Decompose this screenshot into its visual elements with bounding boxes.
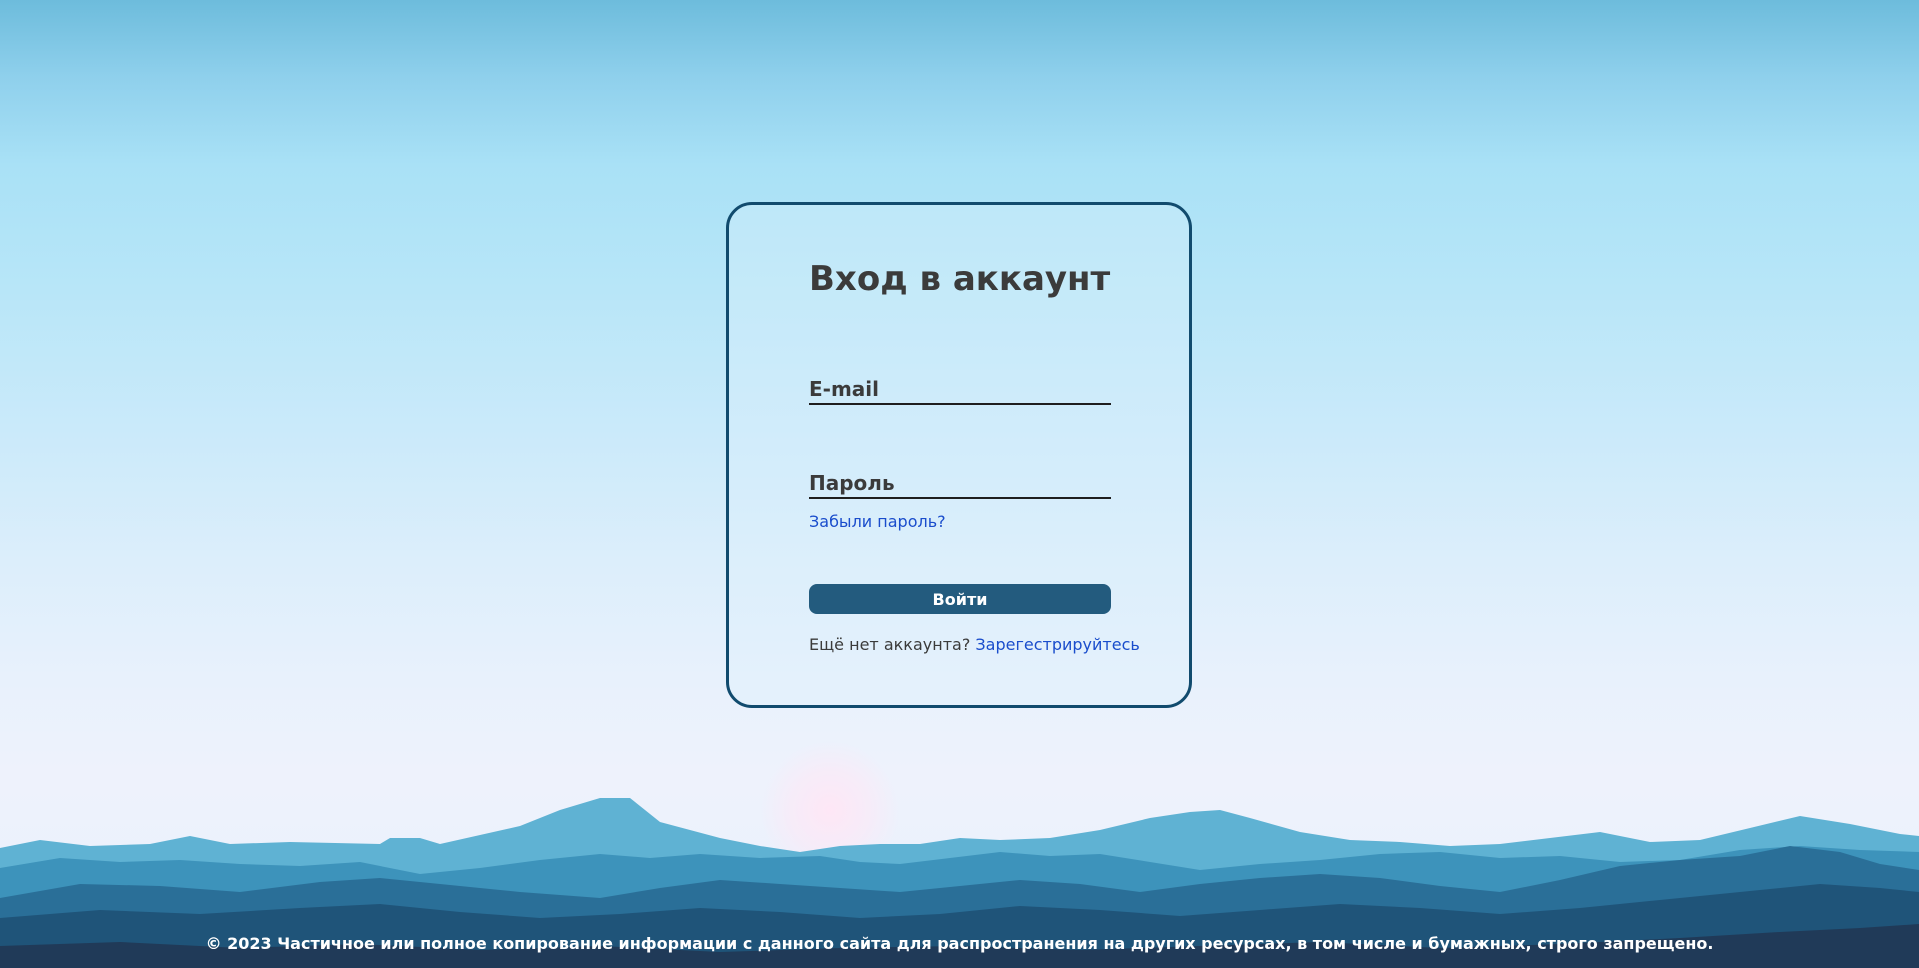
email-field-label: E-mail <box>809 377 880 401</box>
password-field-label: Пароль <box>809 471 895 495</box>
register-link[interactable]: Зарегестрируйтесь <box>975 635 1139 654</box>
password-field[interactable]: Пароль <box>809 467 1111 499</box>
page-title: Вход в аккаунт <box>809 259 1111 299</box>
register-prompt-text: Ещё нет аккаунта? <box>809 635 971 654</box>
register-prompt-row: Ещё нет аккаунта? Зарегестрируйтесь <box>809 635 1140 654</box>
login-card: Вход в аккаунт E-mail Пароль Забыли паро… <box>726 202 1192 708</box>
forgot-password-link[interactable]: Забыли пароль? <box>809 512 946 531</box>
footer-copyright: © 2023 Частичное или полное копирование … <box>205 934 1714 953</box>
login-button[interactable]: Войти <box>809 584 1111 614</box>
email-field[interactable]: E-mail <box>809 373 1111 405</box>
login-page: Вход в аккаунт E-mail Пароль Забыли паро… <box>0 0 1919 968</box>
